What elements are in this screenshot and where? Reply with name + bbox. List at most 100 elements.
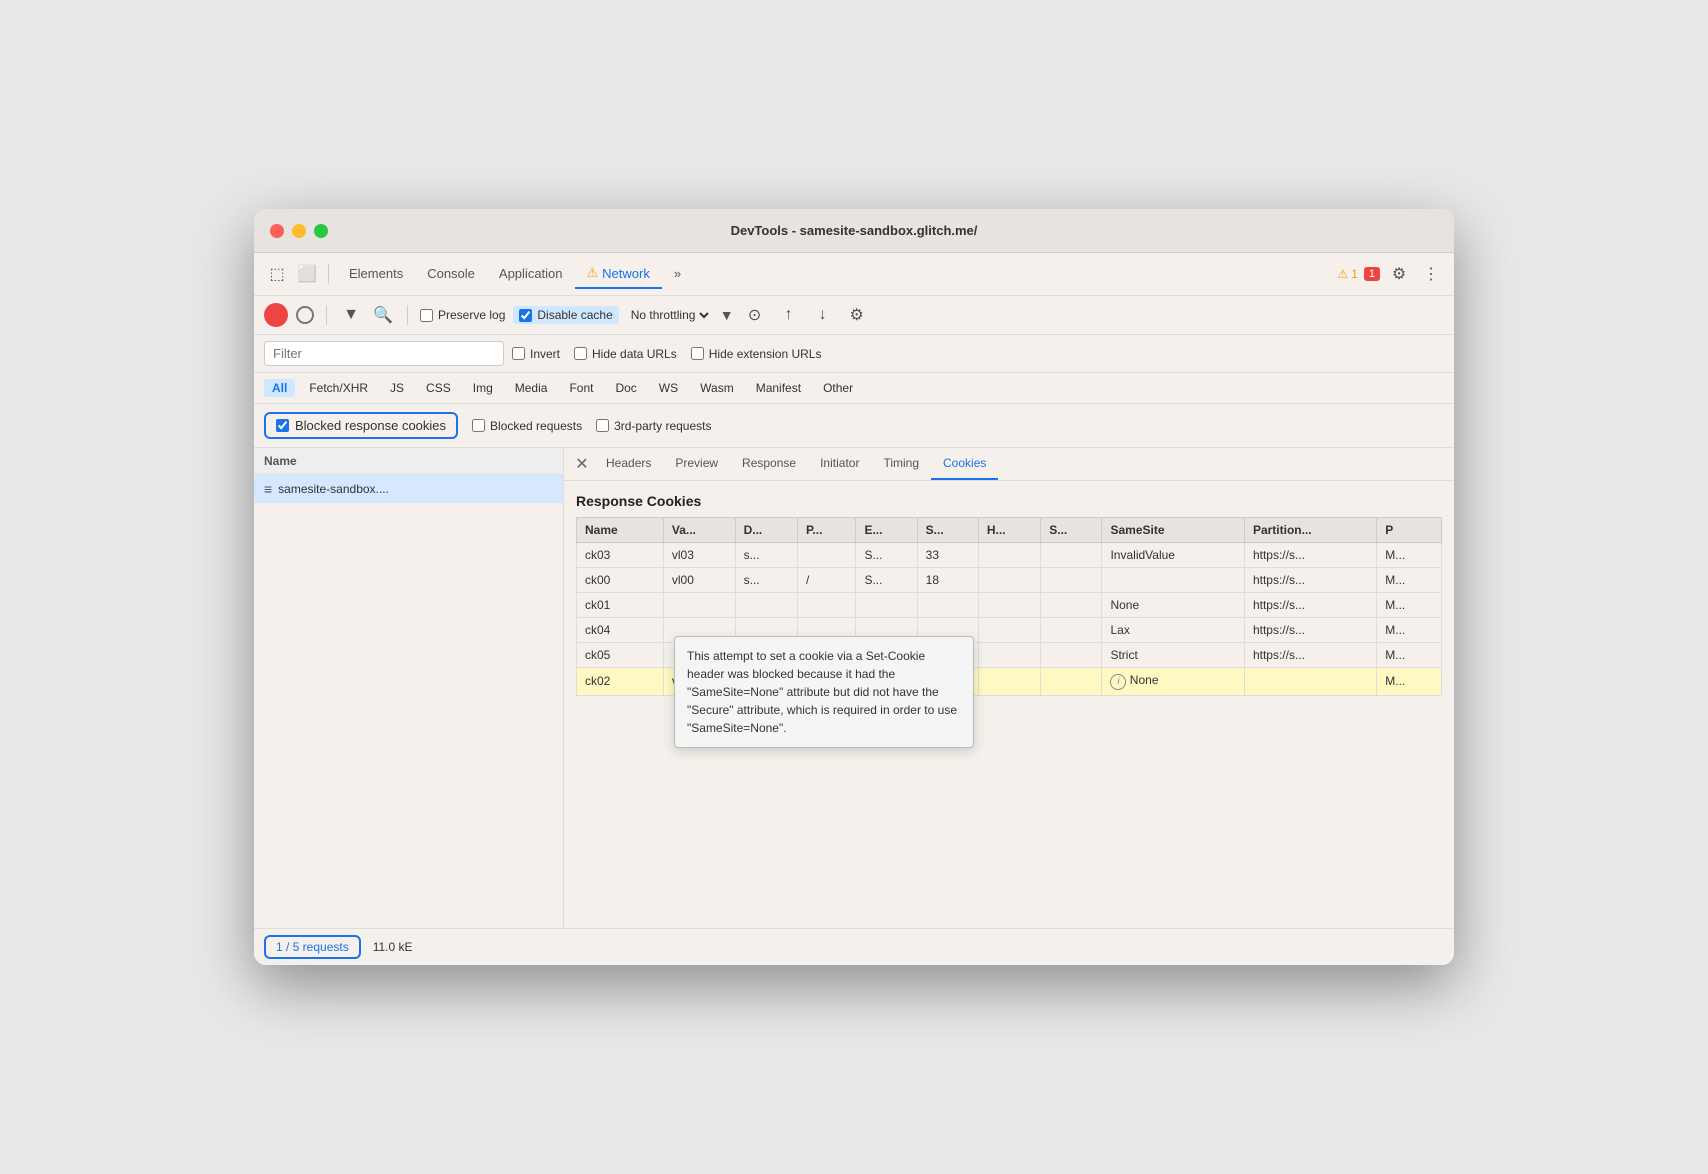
inspector-icon[interactable]: ⬚ — [264, 261, 290, 287]
col-priority: P — [1377, 518, 1442, 543]
third-party-requests-checkbox[interactable] — [596, 419, 609, 432]
col-domain: D... — [735, 518, 797, 543]
tab-response[interactable]: Response — [730, 448, 808, 480]
type-js[interactable]: JS — [382, 379, 412, 397]
cell-partition: https://s... — [1244, 543, 1376, 568]
device-icon[interactable]: ⬜ — [294, 261, 320, 287]
table-row[interactable]: ck03 vl03 s... S... 33 InvalidValue http… — [577, 543, 1442, 568]
type-css[interactable]: CSS — [418, 379, 459, 397]
traffic-lights — [270, 224, 328, 238]
main-area: Name ≡ samesite-sandbox.... ✕ Headers Pr… — [254, 448, 1454, 928]
close-button[interactable] — [270, 224, 284, 238]
filter-icon[interactable]: ▼ — [339, 303, 363, 327]
tab-cookies[interactable]: Cookies — [931, 448, 998, 480]
type-wasm[interactable]: Wasm — [692, 379, 742, 397]
cell-name: ck04 — [577, 618, 664, 643]
cell-name: ck02 — [577, 668, 664, 696]
more-icon[interactable]: ⋮ — [1418, 261, 1444, 287]
type-fetchxhr[interactable]: Fetch/XHR — [301, 379, 376, 397]
error-count: 1 — [1364, 267, 1380, 281]
tab-timing[interactable]: Timing — [871, 448, 931, 480]
cell-value — [663, 593, 735, 618]
col-size: S... — [917, 518, 978, 543]
filter-input[interactable] — [264, 341, 504, 366]
type-all[interactable]: All — [264, 379, 295, 397]
record-button[interactable] — [264, 303, 288, 327]
type-img[interactable]: Img — [465, 379, 501, 397]
invert-label[interactable]: Invert — [512, 347, 560, 361]
preserve-log-label[interactable]: Preserve log — [420, 308, 505, 322]
warning-icon: ⚠ — [587, 265, 599, 281]
divider2 — [326, 305, 327, 325]
cell-secure — [1041, 668, 1102, 696]
cell-partition: https://s... — [1244, 568, 1376, 593]
type-other[interactable]: Other — [815, 379, 861, 397]
tab-elements[interactable]: Elements — [337, 260, 415, 289]
disable-cache-label[interactable]: Disable cache — [513, 306, 618, 324]
cell-size: 18 — [917, 568, 978, 593]
hide-ext-urls-label[interactable]: Hide extension URLs — [691, 347, 822, 361]
third-party-requests-label[interactable]: 3rd-party requests — [596, 419, 711, 433]
cell-secure — [1041, 568, 1102, 593]
col-samesite: SameSite — [1102, 518, 1244, 543]
tab-initiator[interactable]: Initiator — [808, 448, 871, 480]
clear-icon[interactable] — [296, 306, 314, 324]
col-path: P... — [797, 518, 856, 543]
tab-headers[interactable]: Headers — [594, 448, 663, 480]
window-title: DevTools - samesite-sandbox.glitch.me/ — [731, 223, 978, 238]
cell-value: vl03 — [663, 543, 735, 568]
search-icon[interactable]: 🔍 — [371, 303, 395, 327]
table-row[interactable]: ck01 None https://s... M... — [577, 593, 1442, 618]
preserve-log-checkbox[interactable] — [420, 309, 433, 322]
cell-domain — [735, 593, 797, 618]
settings2-icon[interactable]: ⚙ — [844, 302, 870, 328]
maximize-button[interactable] — [314, 224, 328, 238]
tab-console[interactable]: Console — [415, 260, 487, 289]
cell-samesite: None — [1102, 593, 1244, 618]
hide-data-urls-checkbox[interactable] — [574, 347, 587, 360]
invert-checkbox[interactable] — [512, 347, 525, 360]
cell-priority: M... — [1377, 593, 1442, 618]
requests-count: 1 / 5 requests — [264, 935, 361, 959]
tab-more[interactable]: » — [662, 260, 693, 289]
table-row[interactable]: ck00 vl00 s... / S... 18 https://s... M.… — [577, 568, 1442, 593]
cell-name: ck03 — [577, 543, 664, 568]
throttling-select[interactable]: No throttling — [627, 307, 712, 323]
hide-data-urls-label[interactable]: Hide data URLs — [574, 347, 677, 361]
blocked-requests-checkbox[interactable] — [472, 419, 485, 432]
tab-network[interactable]: ⚠ Network — [575, 259, 662, 289]
warning-icon-sm: ⚠ — [1337, 267, 1348, 281]
disable-cache-checkbox[interactable] — [519, 309, 532, 322]
type-manifest[interactable]: Manifest — [748, 379, 809, 397]
cell-expires: S... — [856, 543, 917, 568]
type-ws[interactable]: WS — [651, 379, 686, 397]
warning-badge: ⚠ 1 — [1337, 267, 1357, 281]
blocked-response-cookies-checkbox[interactable] — [276, 419, 289, 432]
hide-ext-urls-checkbox[interactable] — [691, 347, 704, 360]
blocked-requests-label[interactable]: Blocked requests — [472, 419, 582, 433]
type-font[interactable]: Font — [561, 379, 601, 397]
cell-domain: s... — [735, 568, 797, 593]
tab-preview[interactable]: Preview — [663, 448, 730, 480]
minimize-button[interactable] — [292, 224, 306, 238]
download-icon[interactable]: ↓ — [810, 302, 836, 328]
status-bar: 1 / 5 requests 11.0 kE — [254, 928, 1454, 965]
cell-partition: https://s... — [1244, 643, 1376, 668]
cell-samesite: Lax — [1102, 618, 1244, 643]
cell-priority: M... — [1377, 668, 1442, 696]
close-panel-button[interactable]: ✕ — [570, 452, 594, 476]
type-doc[interactable]: Doc — [607, 379, 644, 397]
blocked-response-cookies-label[interactable]: Blocked response cookies — [264, 412, 458, 439]
list-item[interactable]: ≡ samesite-sandbox.... — [254, 475, 563, 504]
upload-icon[interactable]: ↑ — [776, 302, 802, 328]
cell-value: vl00 — [663, 568, 735, 593]
type-media[interactable]: Media — [507, 379, 556, 397]
tab-application[interactable]: Application — [487, 260, 575, 289]
cell-priority: M... — [1377, 618, 1442, 643]
cell-partition: https://s... — [1244, 618, 1376, 643]
cell-samesite: i None — [1102, 668, 1244, 696]
cell-secure — [1041, 543, 1102, 568]
response-cookies-title: Response Cookies — [576, 493, 1442, 509]
settings-icon[interactable]: ⚙ — [1386, 261, 1412, 287]
wifi-icon[interactable]: ⊙ — [742, 302, 768, 328]
